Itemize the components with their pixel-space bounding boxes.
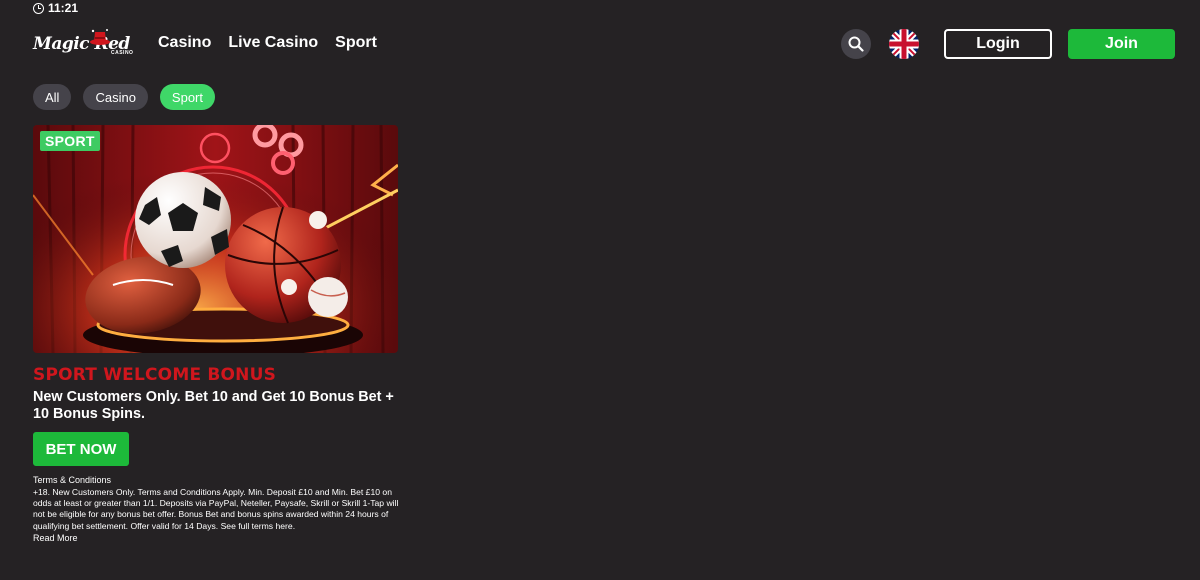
- search-button[interactable]: [841, 29, 871, 59]
- magic-hat-icon: [90, 29, 110, 45]
- filter-casino[interactable]: Casino: [83, 84, 148, 110]
- logo-subtitle: CASINO: [111, 50, 134, 56]
- promo-description: New Customers Only. Bet 10 and Get 10 Bo…: [33, 389, 394, 422]
- bet-now-button[interactable]: BET NOW: [33, 432, 129, 466]
- clock-icon: [33, 2, 44, 14]
- brand-logo[interactable]: Magic Red CASINO: [33, 26, 139, 60]
- nav-live-casino[interactable]: Live Casino: [228, 34, 318, 52]
- promo-banner-image[interactable]: SPORT: [33, 125, 398, 353]
- nav-casino[interactable]: Casino: [158, 34, 211, 52]
- uk-flag-icon: [889, 29, 919, 59]
- filter-sport[interactable]: Sport: [159, 84, 215, 110]
- terms-heading: Terms & Conditions: [33, 475, 112, 485]
- search-icon: [848, 36, 864, 52]
- terms-text: +18. New Customers Only. Terms and Condi…: [33, 487, 399, 531]
- status-bar: 11:21: [33, 1, 78, 15]
- nav-sport[interactable]: Sport: [335, 34, 377, 52]
- main-nav: Casino Live Casino Sport: [158, 34, 377, 52]
- read-more-link[interactable]: Read More: [33, 533, 78, 543]
- promo-title: SPORT WELCOME BONUS: [33, 365, 277, 385]
- language-selector[interactable]: [889, 29, 919, 59]
- status-time: 11:21: [48, 1, 79, 15]
- login-button[interactable]: Login: [944, 29, 1052, 59]
- category-filters: All Casino Sport: [33, 84, 215, 110]
- filter-all[interactable]: All: [33, 84, 72, 110]
- join-button[interactable]: Join: [1068, 29, 1175, 59]
- sports-balls-illustration: [33, 125, 398, 353]
- category-tag: SPORT: [40, 131, 100, 151]
